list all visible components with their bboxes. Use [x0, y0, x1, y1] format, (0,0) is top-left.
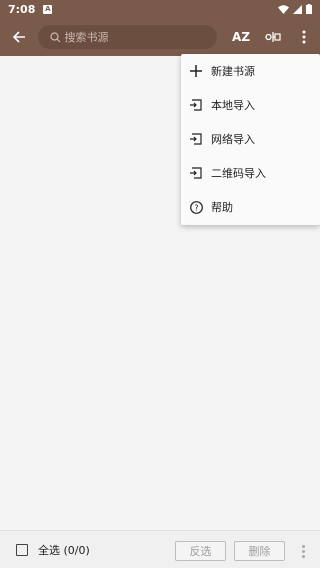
arrow-left-icon	[12, 31, 25, 43]
delete-label: 删除	[248, 545, 271, 558]
toolbar: AZ	[0, 18, 320, 56]
menu-item-help[interactable]: ? 帮助	[181, 190, 320, 224]
import-icon	[189, 132, 203, 146]
help-icon: ?	[189, 200, 203, 214]
search-box[interactable]	[37, 25, 218, 49]
search-icon	[49, 31, 60, 42]
search-input[interactable]	[64, 30, 205, 44]
group-button[interactable]	[257, 18, 289, 56]
battery-icon	[306, 4, 312, 14]
back-button[interactable]	[0, 18, 38, 56]
group-icon	[264, 32, 281, 42]
wifi-icon	[278, 4, 289, 14]
status-icons	[278, 4, 312, 14]
svg-text:?: ?	[194, 203, 198, 212]
status-bar: 7:08 A	[0, 0, 320, 18]
overflow-menu: 新建书源 本地导入 网络导入 二维码导入 ? 帮助	[181, 54, 320, 225]
menu-item-network-import[interactable]: 网络导入	[181, 122, 320, 156]
bottom-bar: 全选 (0/0) 反选 删除	[0, 530, 320, 568]
plus-icon	[189, 64, 203, 78]
sort-az-icon: AZ	[232, 30, 251, 44]
select-all-label: 全选 (0/0)	[38, 543, 90, 557]
menu-item-label: 网络导入	[211, 133, 255, 146]
menu-item-qrcode-import[interactable]: 二维码导入	[181, 156, 320, 190]
invert-selection-button[interactable]: 反选	[175, 541, 226, 561]
notification-icon: A	[43, 4, 53, 14]
menu-item-local-import[interactable]: 本地导入	[181, 88, 320, 122]
more-options-button[interactable]	[288, 18, 320, 56]
menu-item-new-source[interactable]: 新建书源	[181, 54, 320, 88]
sort-button[interactable]: AZ	[225, 18, 257, 56]
more-vert-icon	[302, 30, 306, 44]
menu-item-label: 帮助	[211, 201, 233, 214]
signal-icon	[293, 4, 302, 14]
import-icon	[189, 166, 203, 180]
select-all-checkbox[interactable]	[16, 543, 28, 556]
import-icon	[189, 98, 203, 112]
delete-button[interactable]: 删除	[234, 541, 285, 561]
status-time: 7:08	[8, 2, 36, 16]
menu-item-label: 二维码导入	[211, 167, 266, 180]
menu-item-label: 新建书源	[211, 65, 255, 78]
menu-item-label: 本地导入	[211, 99, 255, 112]
bottom-more-icon[interactable]	[296, 541, 310, 561]
invert-selection-label: 反选	[189, 545, 212, 558]
